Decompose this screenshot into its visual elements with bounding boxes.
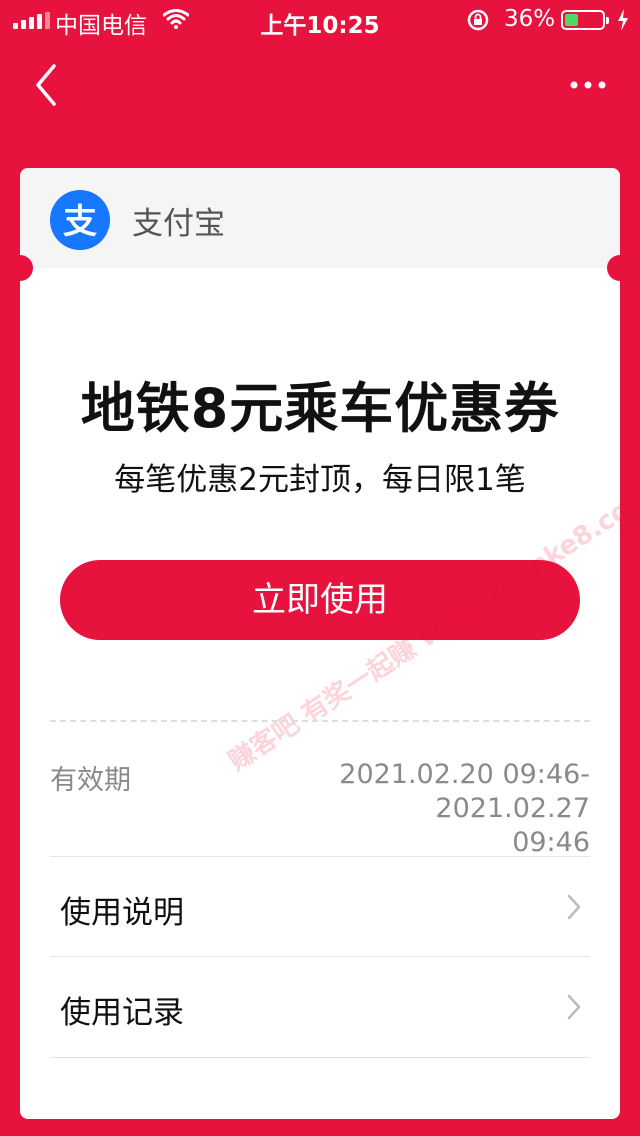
validity-line-2: 09:46 xyxy=(512,827,590,858)
status-bar: 中国电信 上午10:25 36% xyxy=(0,0,640,40)
validity-line-1: 2021.02.20 09:46-2021.02.27 xyxy=(339,759,590,824)
ticket-notch-right xyxy=(607,255,620,281)
row-label: 使用记录 xyxy=(60,995,184,1031)
battery-icon xyxy=(561,10,609,30)
svg-text:支: 支 xyxy=(63,202,97,242)
use-now-button[interactable]: 立即使用 xyxy=(60,560,580,640)
more-dots-icon[interactable] xyxy=(566,74,612,96)
validity-period: 2021.02.20 09:46-2021.02.27 09:46 xyxy=(190,758,590,860)
row-label: 使用说明 xyxy=(60,895,184,931)
brand-name: 支付宝 xyxy=(132,206,225,242)
row-usage-instructions[interactable]: 使用说明 xyxy=(50,856,590,957)
battery-percent: 36% xyxy=(504,6,556,32)
chevron-right-icon xyxy=(567,894,581,920)
dashed-divider xyxy=(50,720,590,722)
back-icon[interactable] xyxy=(28,62,68,108)
coupon-card: 支 支付宝 地铁8元乘车优惠券 每笔优惠2元封顶，每日限1笔 立即使用 赚客吧 … xyxy=(20,168,620,1119)
navigation-bar xyxy=(0,40,640,130)
coupon-title: 地铁8元乘车优惠券 xyxy=(80,377,560,440)
validity-label: 有效期 xyxy=(50,765,131,796)
rotation-lock-icon xyxy=(467,9,489,31)
row-usage-records[interactable]: 使用记录 xyxy=(50,956,590,1058)
alipay-logo-icon: 支 xyxy=(50,190,110,250)
card-header: 支 支付宝 xyxy=(20,168,620,268)
chevron-right-icon xyxy=(567,994,581,1020)
charging-bolt-icon xyxy=(618,9,628,31)
coupon-subtitle: 每笔优惠2元封顶，每日限1笔 xyxy=(114,462,526,498)
